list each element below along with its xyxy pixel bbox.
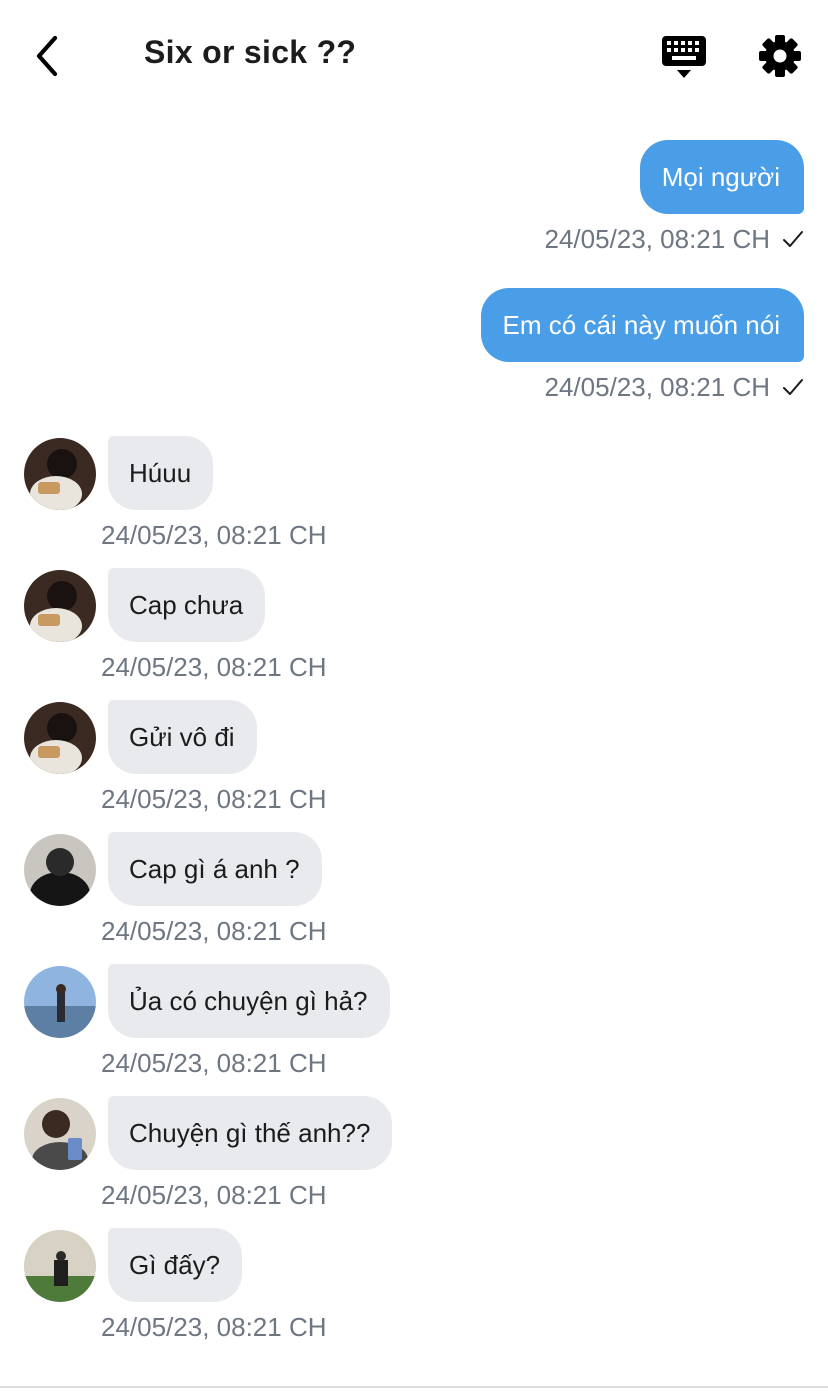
keyboard-toggle-button[interactable] [660,34,708,80]
message-timestamp: 24/05/23, 08:21 CH [101,916,327,946]
message-bubble-incoming[interactable]: Cap gì á anh ? [108,832,322,906]
avatar[interactable] [24,438,96,510]
gear-icon [759,35,801,77]
message-bubble-outgoing[interactable]: Mọi người [639,140,804,214]
settings-button[interactable] [756,32,804,80]
checkmark-icon [783,379,803,395]
message-outgoing[interactable]: Em có cái này muốn nói 24/05/23, 08:21 C… [480,288,805,402]
message-timestamp: 24/05/23, 08:21 CH [544,371,771,402]
message-bubble-incoming[interactable]: Chuyện gì thế anh?? [108,1096,393,1170]
message-incoming[interactable]: Gửi vô đi 24/05/23, 08:21 CH [24,700,624,820]
checkmark-icon [783,231,803,247]
message-outgoing[interactable]: Mọi người 24/05/23, 08:21 CH [545,140,805,254]
message-incoming[interactable]: Cap chưa 24/05/23, 08:21 CH [24,568,624,688]
message-timestamp: 24/05/23, 08:21 CH [544,223,771,254]
avatar[interactable] [24,1230,96,1302]
message-meta: 24/05/23, 08:21 CH [545,224,805,254]
keyboard-hide-icon [662,36,706,78]
chevron-left-icon [36,35,58,77]
message-meta: 24/05/23, 08:21 CH [545,372,805,402]
divider [0,1386,828,1388]
message-timestamp: 24/05/23, 08:21 CH [101,784,327,814]
avatar[interactable] [24,702,96,774]
message-bubble-incoming[interactable]: Cap chưa [108,568,266,642]
message-incoming[interactable]: Húuu 24/05/23, 08:21 CH [24,436,624,556]
avatar[interactable] [24,834,96,906]
message-timestamp: 24/05/23, 08:21 CH [101,1048,327,1078]
message-bubble-incoming[interactable]: Gì đấy? [108,1228,243,1302]
message-incoming[interactable]: Ủa có chuyện gì hả? 24/05/23, 08:21 CH [24,964,624,1084]
message-incoming[interactable]: Gì đấy? 24/05/23, 08:21 CH [24,1228,624,1348]
message-incoming[interactable]: Chuyện gì thế anh?? 24/05/23, 08:21 CH [24,1096,624,1216]
avatar[interactable] [24,1098,96,1170]
avatar[interactable] [24,570,96,642]
message-bubble-incoming[interactable]: Húuu [108,436,214,510]
message-timestamp: 24/05/23, 08:21 CH [101,1312,327,1342]
message-timestamp: 24/05/23, 08:21 CH [101,520,327,550]
message-timestamp: 24/05/23, 08:21 CH [101,1180,327,1210]
avatar[interactable] [24,966,96,1038]
back-button[interactable] [24,32,68,80]
chat-header: Six or sick ?? [0,0,828,112]
chat-title: Six or sick ?? [144,34,357,70]
message-incoming[interactable]: Cap gì á anh ? 24/05/23, 08:21 CH [24,832,624,952]
message-timestamp: 24/05/23, 08:21 CH [101,652,327,682]
message-bubble-incoming[interactable]: Ủa có chuyện gì hả? [108,964,390,1038]
message-bubble-outgoing[interactable]: Em có cái này muốn nói [480,288,804,362]
message-bubble-incoming[interactable]: Gửi vô đi [108,700,257,774]
